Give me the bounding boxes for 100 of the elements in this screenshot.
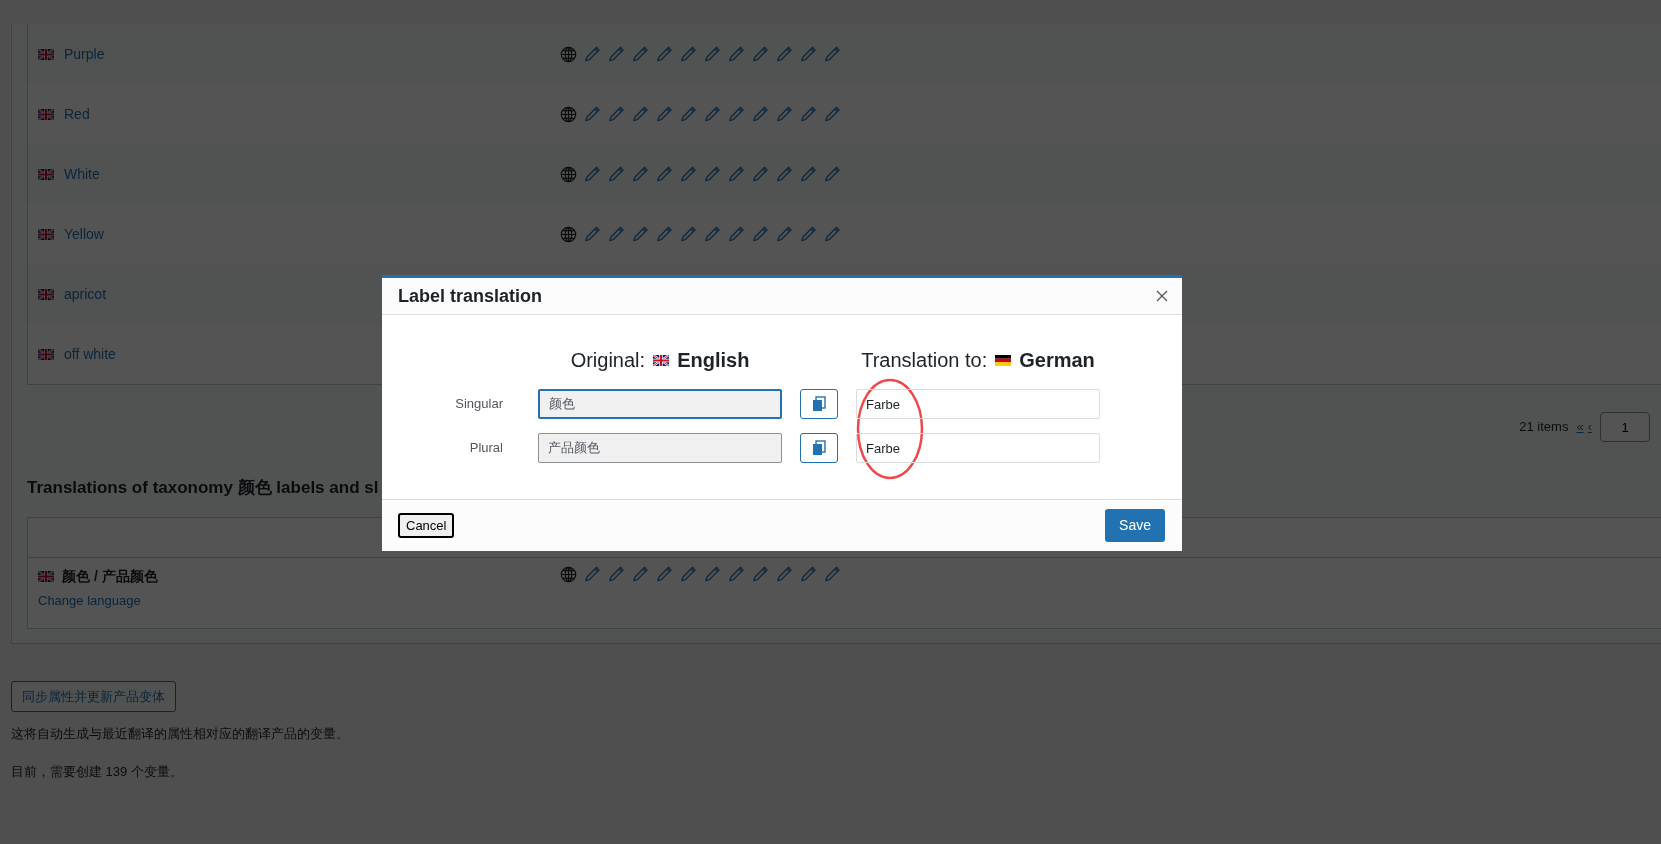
globe-icon[interactable] [560,45,577,63]
pencil-icon[interactable] [799,46,817,62]
translation-field[interactable]: Farbe [856,389,1100,419]
pencil-icon[interactable] [655,226,673,242]
pencil-icon[interactable] [727,166,745,182]
change-language-link[interactable]: Change language [38,590,141,610]
pencil-icon[interactable] [751,106,769,122]
pencil-icon[interactable] [655,566,673,582]
dialog-title: Label translation [398,284,543,308]
item-count: 21 items [1519,418,1569,437]
first-page-link[interactable]: « [1576,417,1584,437]
pencil-icon[interactable] [631,46,649,62]
pencil-icon[interactable] [583,566,601,582]
original-text-field[interactable]: 产品颜色 [538,433,782,463]
germany-flag-icon [995,354,1012,366]
pencil-icon[interactable] [631,566,649,582]
pencil-icon[interactable] [751,166,769,182]
pencil-icon[interactable] [679,566,697,582]
globe-icon[interactable] [560,225,577,243]
pencil-icon[interactable] [655,166,673,182]
pencil-icon[interactable] [703,46,721,62]
pencil-icon[interactable] [751,226,769,242]
globe-icon[interactable] [560,165,577,183]
translation-field[interactable]: Farbe [856,433,1100,463]
pencil-icon[interactable] [727,106,745,122]
pencil-icon[interactable] [607,46,625,62]
original-label: Original: [570,348,646,373]
globe-icon[interactable] [560,105,577,123]
copy-button[interactable] [800,433,838,463]
pencil-icon[interactable] [751,46,769,62]
pencil-icon[interactable] [703,106,721,122]
pencil-icon[interactable] [799,566,817,582]
pencil-icon[interactable] [775,106,793,122]
info-text: 这将自动生成与最近翻译的属性相对应的翻译产品的变量。 [11,725,350,743]
field-label: Singular [455,395,503,414]
pencil-icon[interactable] [703,226,721,242]
term-link[interactable]: off white [64,343,116,365]
pencil-icon[interactable] [631,106,649,122]
pencil-icon[interactable] [655,46,673,62]
language-name: English [677,348,750,373]
pencil-icon[interactable] [799,226,817,242]
pencil-icon[interactable] [799,166,817,182]
pencil-icon[interactable] [703,566,721,582]
term-link[interactable]: Purple [64,43,105,65]
pencil-icon[interactable] [607,226,625,242]
pencil-icon[interactable] [583,166,601,182]
page-number-field[interactable]: 1 [1600,412,1650,442]
pencil-icon[interactable] [823,166,841,182]
pencil-icon[interactable] [631,166,649,182]
term-link[interactable]: White [64,163,100,185]
close-icon [1156,290,1168,302]
term-link[interactable]: apricot [64,283,107,305]
uk-flag-icon [38,288,54,300]
pencil-icon[interactable] [823,566,841,582]
pencil-icon[interactable] [775,566,793,582]
copy-button[interactable] [800,389,838,419]
previous-page-link[interactable]: ‹ [1587,417,1592,437]
pencil-icon[interactable] [583,46,601,62]
pencil-icon[interactable] [583,106,601,122]
pencil-icon[interactable] [679,166,697,182]
uk-flag-icon [38,108,54,120]
pencil-icon[interactable] [823,106,841,122]
pencil-icon[interactable] [823,226,841,242]
section-heading: Translations of taxonomy 颜色 labels and sl [27,477,379,499]
uk-flag-icon [38,168,54,180]
pencil-icon[interactable] [727,226,745,242]
pencil-icon[interactable] [607,166,625,182]
cancel-button[interactable]: Cancel [398,512,455,539]
pencil-icon[interactable] [703,166,721,182]
pencil-icon[interactable] [775,46,793,62]
globe-icon[interactable] [560,565,577,583]
pencil-icon[interactable] [799,106,817,122]
term-link[interactable]: Yellow [64,223,104,245]
pencil-icon[interactable] [727,566,745,582]
uk-flag-icon [38,228,54,240]
pencil-icon[interactable] [679,106,697,122]
uk-flag-icon [38,570,54,582]
pencil-icon[interactable] [775,166,793,182]
pencil-icon[interactable] [631,226,649,242]
term-link[interactable]: Red [64,103,90,125]
pencil-icon[interactable] [727,46,745,62]
uk-flag-icon [38,48,54,60]
pencil-icon[interactable] [775,226,793,242]
save-button[interactable]: Save [1105,509,1165,542]
pencil-icon[interactable] [655,106,673,122]
pencil-icon[interactable] [583,226,601,242]
original-text-field[interactable]: 颜色 [538,389,782,419]
info-text: 目前，需要创建 139 个变量。 [11,762,184,781]
copy-icon [812,440,826,456]
pencil-icon[interactable] [751,566,769,582]
uk-flag-icon [38,348,54,360]
pencil-icon[interactable] [823,46,841,62]
sync-attributes-button[interactable]: 同步属性并更新产品变体 [11,680,176,712]
field-label: Plural [469,439,503,458]
translation-label: Translation to: [861,348,988,373]
pencil-icon[interactable] [679,46,697,62]
pencil-icon[interactable] [607,106,625,122]
copy-icon [812,396,826,412]
pencil-icon[interactable] [679,226,697,242]
pencil-icon[interactable] [607,566,625,582]
